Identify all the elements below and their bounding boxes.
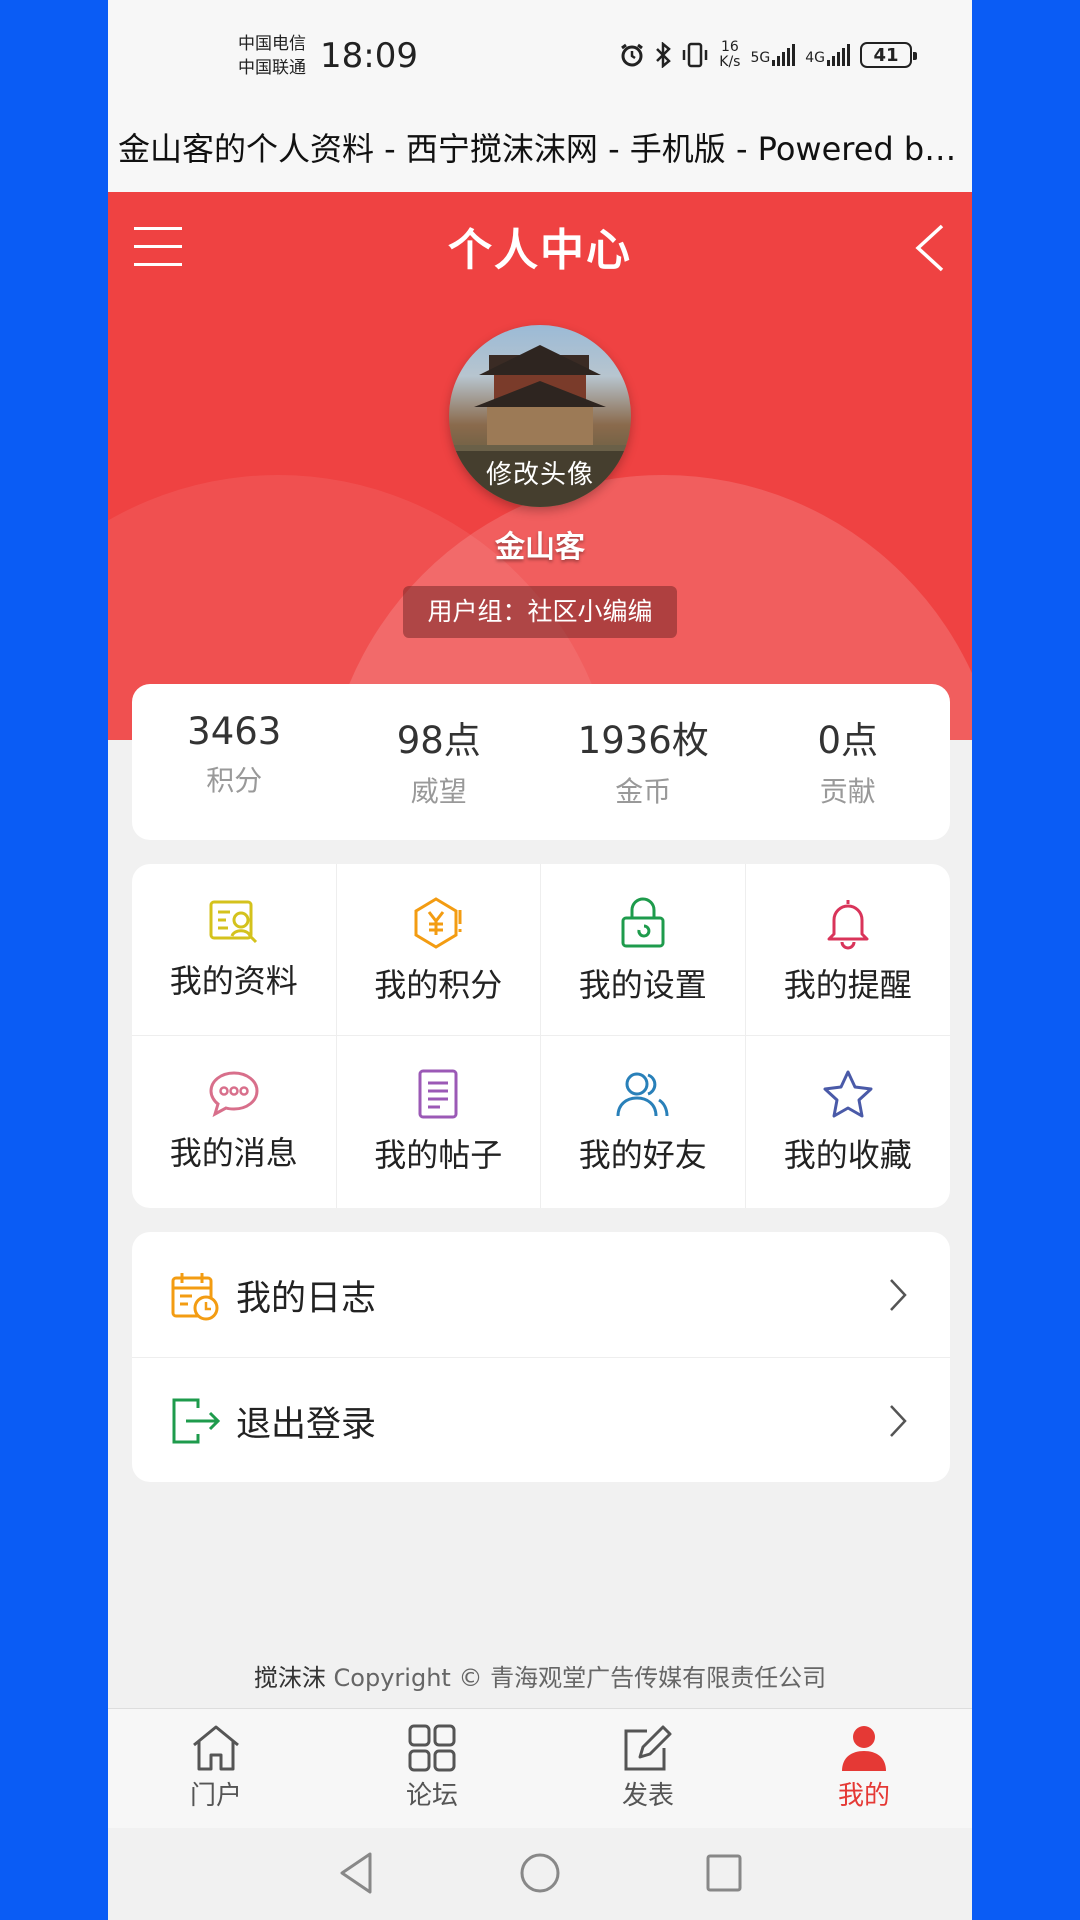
signal-1: 5G [750,44,796,66]
grid-item-label: 我的帖子 [374,1136,503,1174]
stat-value: 1936枚 [577,719,709,762]
stat-prestige[interactable]: 98点 威望 [337,684,542,840]
list-item-label: 退出登录 [236,1405,377,1445]
grid-item-label: 我的好友 [578,1136,707,1174]
menu-list: 我的日志 退出登录 [132,1232,950,1482]
vibrate-icon [683,42,708,68]
speed-value: 16 [720,39,739,55]
grid-item-settings[interactable]: 我的设置 [541,864,746,1036]
bottom-tab-bar: 门户 论坛 发表 我的 [108,1708,972,1829]
stat-contribution[interactable]: 0点 贡献 [746,684,951,840]
carrier-2: 中国联通 [238,58,306,78]
friends-icon [616,1072,669,1117]
phone-screen: 中国电信 中国联通 18:09 16 K/s 5G 4G 41 金山客的个人资料… [108,0,972,1920]
stat-label: 金币 [615,775,672,808]
speed-unit: K/s [719,54,741,70]
stat-label: 积分 [206,764,263,797]
username: 金山客 [495,530,585,565]
back-icon[interactable] [910,222,950,274]
tab-mine[interactable]: 我的 [756,1709,972,1829]
grid-item-label: 我的收藏 [783,1136,912,1174]
network-type-2: 4G [805,50,825,66]
network-type-1: 5G [750,50,771,66]
tab-label: 我的 [837,1781,890,1811]
tab-portal[interactable]: 门户 [108,1709,324,1829]
grid-item-favorites[interactable]: 我的收藏 [746,1036,951,1208]
function-grid: 我的资料 我的积分 我的设置 我的提醒 我的消息 我的帖子 我的好友 我的收藏 [132,864,950,1208]
list-item-label: 我的日志 [236,1279,377,1319]
network-speed: 16 K/s [719,40,740,70]
grid-item-messages[interactable]: 我的消息 [132,1036,337,1208]
tab-label: 发表 [621,1781,674,1811]
edit-icon [624,1725,672,1771]
page-title: 个人中心 [448,225,632,276]
profile-card-icon [209,900,257,944]
chevron-right-icon [890,1279,907,1311]
stats-card: 3463 积分 98点 威望 1936枚 金币 0点 贡献 [132,684,950,840]
carrier-1: 中国电信 [238,34,306,54]
stat-value: 0点 [817,719,879,762]
grid-item-profile[interactable]: 我的资料 [132,864,337,1036]
stat-label: 威望 [410,775,467,808]
grid-item-label: 我的消息 [169,1134,298,1172]
system-nav-bar [108,1828,972,1920]
list-item-logout[interactable]: 退出登录 [132,1357,950,1482]
tab-label: 论坛 [405,1781,458,1811]
grid-item-points[interactable]: 我的积分 [336,864,541,1036]
carrier-info: 中国电信 中国联通 [238,32,306,80]
signal-bars-icon [772,44,796,66]
user-group-badge: 用户组：社区小编编 [403,586,677,638]
change-avatar-label[interactable]: 修改头像 [449,451,631,507]
document-icon [418,1069,458,1119]
bluetooth-icon [656,42,672,68]
chevron-right-icon [890,1405,907,1437]
tab-post[interactable]: 发表 [540,1709,756,1829]
footer-brand[interactable]: 搅沫沫 [254,1664,326,1692]
grid-item-label: 我的设置 [578,966,707,1004]
nav-back-icon[interactable] [336,1850,376,1896]
nav-recents-icon[interactable] [704,1850,744,1896]
signal-bars-icon [827,44,850,66]
alarm-icon [621,43,644,67]
avatar[interactable]: 修改头像 [449,325,631,507]
home-icon [193,1725,239,1771]
grid-item-label: 我的提醒 [783,966,912,1004]
tab-label: 门户 [189,1781,242,1811]
status-time: 18:09 [320,36,418,76]
grid-icon [408,1724,456,1772]
calendar-icon [171,1273,219,1321]
list-item-journal[interactable]: 我的日志 [132,1232,950,1357]
bell-icon [827,900,869,950]
grid-item-friends[interactable]: 我的好友 [541,1036,746,1208]
stat-coins[interactable]: 1936枚 金币 [541,684,746,840]
grid-item-reminders[interactable]: 我的提醒 [745,864,950,1036]
footer-copyright-text: Copyright © 青海观堂广告传媒有限责任公司 [333,1664,827,1692]
grid-item-label: 我的积分 [374,966,503,1004]
profile-header: 个人中心 修改头像 金山客 用户组：社区小编编 [108,192,972,740]
status-bar: 中国电信 中国联通 18:09 16 K/s 5G 4G 41 [108,0,972,118]
stat-value: 98点 [396,719,481,762]
battery-level: 41 [873,44,899,66]
star-icon [823,1070,873,1118]
stat-credits[interactable]: 3463 积分 [132,684,337,840]
signal-2: 4G [805,44,850,66]
grid-item-label: 我的资料 [169,962,298,1000]
stat-value: 3463 [187,710,282,753]
chat-bubble-icon [209,1071,259,1118]
logout-icon [172,1398,221,1444]
system-icons: 16 K/s 5G 4G 41 [619,40,917,70]
lock-icon [621,897,665,948]
user-icon [842,1726,886,1771]
nav-home-icon[interactable] [518,1850,562,1896]
browser-title-bar: 金山客的个人资料 - 西宁搅沫沫网 - 手机版 - Powered by Dis… [108,118,972,192]
points-hexagon-icon [414,897,462,949]
stat-label: 贡献 [819,775,876,808]
footer-copyright: 搅沫沫 Copyright © 青海观堂广告传媒有限责任公司 [108,1658,972,1708]
battery-icon: 41 [860,42,917,68]
tab-forum[interactable]: 论坛 [324,1709,540,1829]
grid-item-posts[interactable]: 我的帖子 [337,1036,541,1208]
browser-page-title: 金山客的个人资料 - 西宁搅沫沫网 - 手机版 - Powered by Dis… [118,130,963,168]
